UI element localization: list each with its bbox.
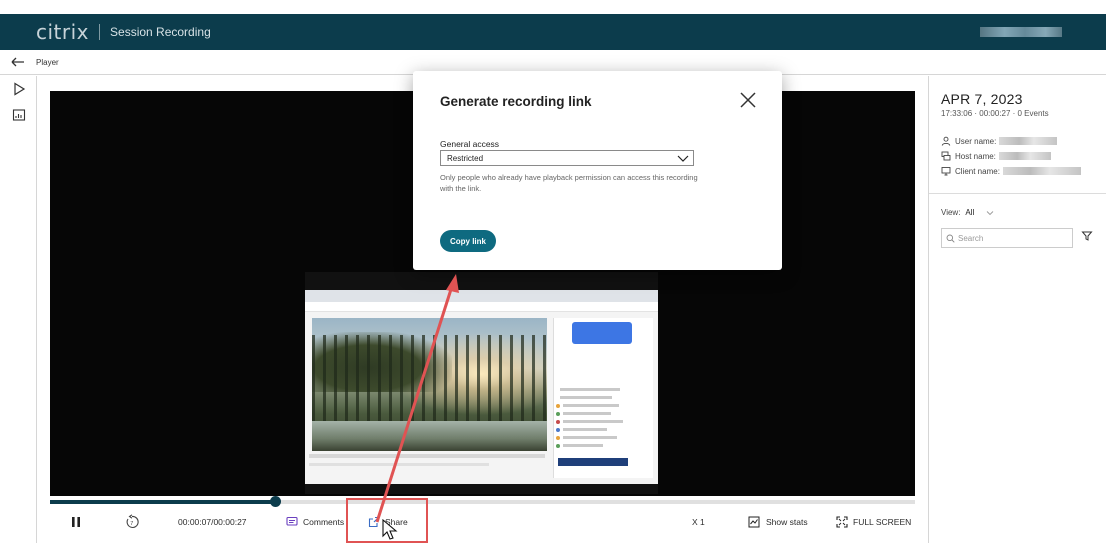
client-name-value-redacted — [1002, 167, 1081, 175]
svg-text:7: 7 — [130, 521, 133, 527]
generate-link-dialog: Generate recording link General access R… — [413, 71, 782, 270]
user-name-label: User name: — [955, 136, 997, 146]
rewind-icon: 7 — [126, 514, 139, 528]
client-name-row: Client name: — [941, 165, 1081, 177]
comments-button[interactable]: Comments — [286, 512, 344, 532]
remote-video-frame — [312, 318, 547, 451]
dialog-title: Generate recording link — [440, 94, 592, 109]
seek-progress — [50, 500, 275, 504]
general-access-label: General access — [440, 139, 500, 149]
host-name-label: Host name: — [955, 151, 996, 161]
search-placeholder: Search — [958, 233, 984, 243]
details-divider — [929, 193, 1106, 194]
fullscreen-icon — [836, 516, 848, 528]
show-stats-label: Show stats — [766, 517, 808, 527]
client-icon — [941, 167, 951, 176]
general-access-select[interactable]: Restricted — [440, 150, 694, 166]
view-label: View: — [941, 208, 961, 217]
recorded-desktop — [305, 272, 658, 494]
filter-icon[interactable] — [1081, 230, 1093, 242]
app-title: Session Recording — [110, 25, 211, 39]
general-access-value: Restricted — [447, 153, 484, 163]
comments-label: Comments — [303, 517, 345, 527]
remote-top-strip — [305, 272, 658, 290]
event-search-input[interactable]: Search — [941, 228, 1073, 248]
user-icon — [941, 136, 951, 146]
left-rail — [0, 76, 37, 543]
remote-chat-panel — [553, 318, 653, 478]
time-display: 00:00:07/00:00:27 — [178, 517, 247, 527]
copy-link-button[interactable]: Copy link — [440, 230, 496, 252]
speed-button[interactable]: X 1 — [692, 512, 705, 532]
search-icon — [946, 234, 955, 243]
view-value: All — [965, 208, 975, 217]
player-controls: 7 00:00:07/00:00:27 Comments Share X 1 S… — [50, 508, 915, 536]
host-name-row: Host name: — [941, 150, 1051, 162]
mouse-cursor-icon — [382, 519, 398, 540]
close-icon[interactable] — [739, 91, 757, 109]
stats-icon — [12, 109, 25, 121]
rail-player-button[interactable] — [0, 76, 37, 102]
breadcrumb: Player — [36, 57, 59, 67]
client-name-label: Client name: — [955, 166, 1000, 176]
fullscreen-button[interactable]: FULL SCREEN — [836, 512, 911, 532]
pause-button[interactable] — [70, 512, 82, 532]
stats-chart-icon — [748, 516, 760, 528]
host-icon — [941, 151, 951, 161]
rail-stats-button[interactable] — [0, 102, 37, 128]
user-name-value-redacted — [999, 137, 1058, 145]
recording-date: APR 7, 2023 — [941, 91, 1023, 107]
comment-icon — [286, 516, 298, 526]
logo-divider — [99, 24, 101, 40]
pause-icon — [72, 517, 80, 527]
seek-handle[interactable] — [270, 496, 281, 507]
recording-meta: 17:33:06 · 00:00:27 · 0 Events — [941, 109, 1049, 118]
access-help-text: Only people who already have playback pe… — [440, 173, 698, 193]
rewind-button[interactable]: 7 — [124, 512, 140, 532]
seek-bar[interactable] — [50, 496, 915, 507]
chevron-down-icon — [986, 210, 994, 215]
details-panel: APR 7, 2023 17:33:06 · 00:00:27 · 0 Even… — [928, 76, 1106, 543]
user-menu[interactable] — [980, 27, 1062, 37]
play-icon — [13, 82, 25, 96]
show-stats-button[interactable]: Show stats — [748, 512, 808, 532]
host-name-value-redacted — [998, 152, 1051, 160]
remote-taskbar — [305, 484, 658, 494]
citrix-logo: citrix — [36, 20, 90, 44]
remote-browser — [305, 290, 658, 484]
chevron-down-icon — [677, 155, 689, 162]
fullscreen-label: FULL SCREEN — [853, 517, 912, 527]
view-filter[interactable]: View: All — [941, 208, 994, 217]
back-arrow-icon[interactable] — [10, 54, 26, 70]
top-bar: citrix Session Recording — [0, 14, 1106, 50]
user-name-row: User name: — [941, 135, 1058, 147]
